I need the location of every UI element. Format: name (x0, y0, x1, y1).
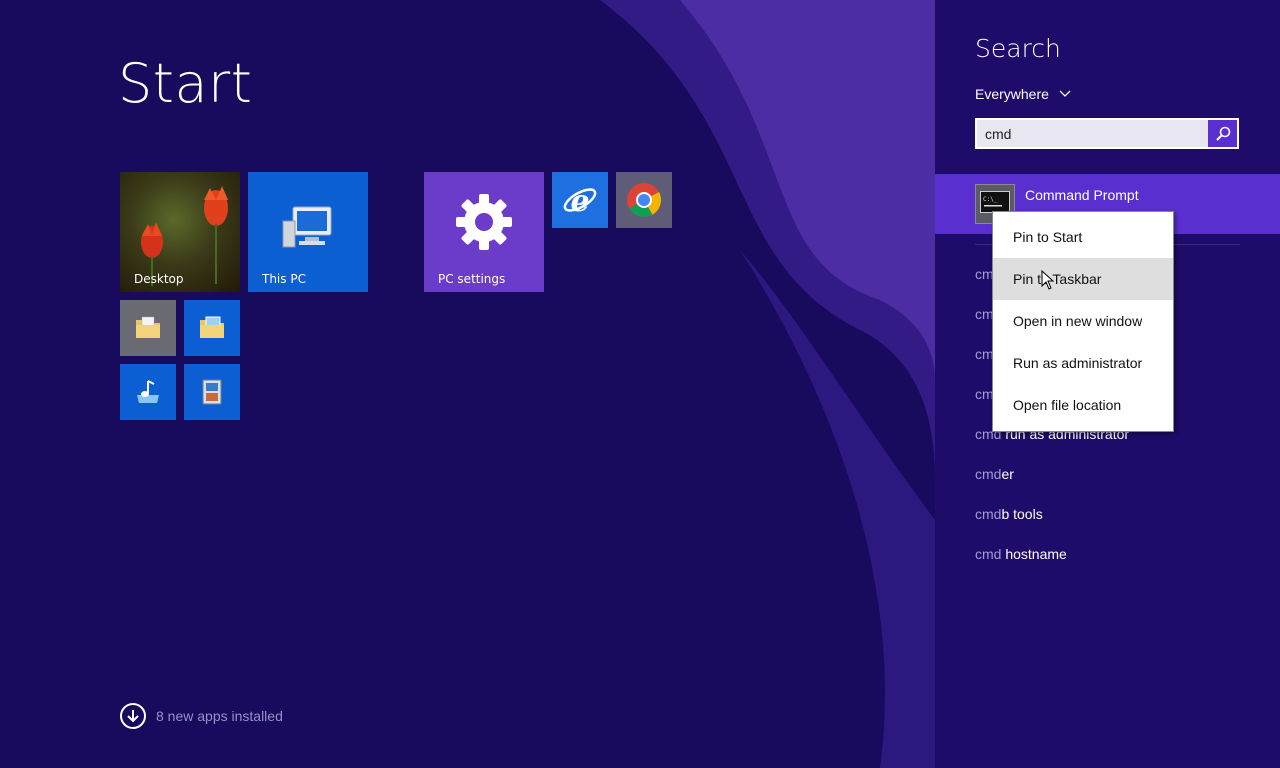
tile-folder-1[interactable] (120, 300, 176, 356)
music-icon (137, 380, 159, 403)
menu-item-pin-to-start[interactable]: Pin to Start (993, 216, 1173, 258)
tile-chrome[interactable] (616, 172, 672, 228)
tile-folder-2[interactable] (184, 300, 240, 356)
suggestion-query: cmd (975, 546, 1002, 562)
new-apps-link[interactable]: 8 new apps installed (120, 701, 283, 731)
suggestion-rest: hostname (1001, 546, 1067, 562)
search-icon (1215, 126, 1230, 141)
tile-internet-explorer[interactable]: e (552, 172, 608, 228)
gear-icon (456, 194, 512, 251)
suggestion-item[interactable]: cmd hostname (975, 546, 1067, 562)
search-scope-dropdown[interactable]: Everywhere (975, 86, 1071, 102)
tile-desktop[interactable]: Desktop (120, 172, 240, 292)
search-result-label: Command Prompt (1025, 187, 1139, 203)
chevron-down-icon (1059, 90, 1071, 97)
tile-video[interactable] (184, 364, 240, 420)
video-icon (202, 379, 222, 405)
search-title: Search (975, 34, 1061, 63)
tile-this-pc-label: This PC (262, 272, 306, 286)
pictures-folder-icon (200, 316, 224, 338)
folder-icon (136, 316, 160, 338)
chrome-icon (627, 183, 661, 217)
arrow-down-circle-icon (120, 703, 146, 729)
search-scope-label: Everywhere (975, 86, 1049, 102)
suggestion-item[interactable]: cmder (975, 466, 1014, 482)
suggestion-rest: er (1001, 466, 1014, 482)
menu-item-pin-to-taskbar[interactable]: Pin to Taskbar (993, 258, 1173, 300)
search-button[interactable] (1208, 120, 1237, 147)
tile-desktop-label: Desktop (134, 272, 184, 286)
internet-explorer-icon: e (563, 184, 597, 218)
tile-pc-settings-label: PC settings (438, 272, 506, 286)
computer-icon (282, 206, 332, 248)
tile-music[interactable] (120, 364, 176, 420)
search-box (975, 118, 1239, 149)
menu-item-run-as-administrator[interactable]: Run as administrator (993, 342, 1173, 384)
suggestion-rest: b tools (1001, 506, 1043, 522)
menu-item-open-file-location[interactable]: Open file location (993, 384, 1173, 426)
suggestion-query: cmd (975, 506, 1002, 522)
suggestion-query: cmd (975, 466, 1002, 482)
search-input[interactable] (977, 120, 1208, 147)
tile-this-pc[interactable]: This PC (248, 172, 368, 292)
start-title: Start (118, 52, 253, 115)
menu-item-open-in-new-window[interactable]: Open in new window (993, 300, 1173, 342)
suggestion-item[interactable]: cmdb tools (975, 506, 1043, 522)
new-apps-text: 8 new apps installed (156, 708, 283, 724)
svg-text:C:\_: C:\_ (983, 196, 998, 203)
tile-pc-settings[interactable]: PC settings (424, 172, 544, 292)
context-menu: Pin to Start Pin to Taskbar Open in new … (992, 211, 1174, 432)
